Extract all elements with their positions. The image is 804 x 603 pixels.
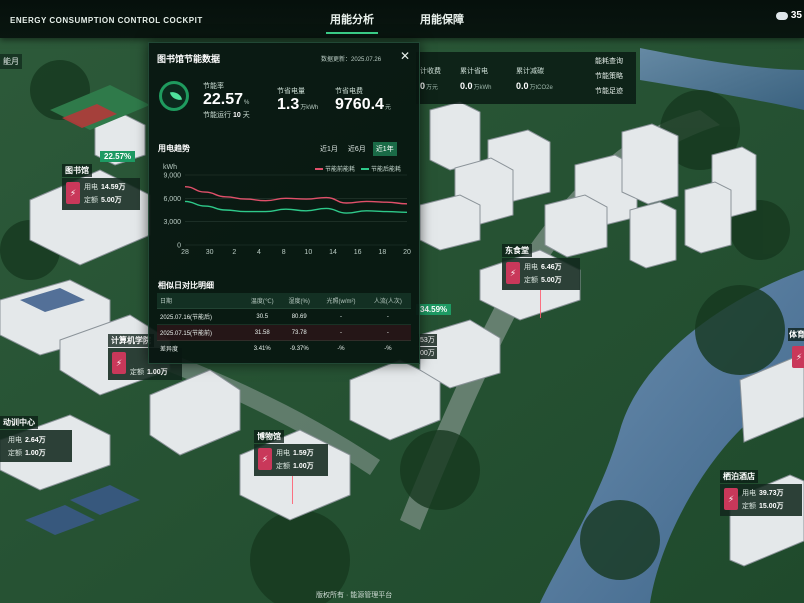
stat-saved-power: 累计省电 0.0万kWh [460,68,492,91]
stat-fee: 计收费 0万元 [420,68,441,91]
x-tick-label: 10 [304,249,312,256]
table-title: 相似日对比明细 [158,281,214,290]
saving-rate-value: 22.57% [203,91,250,108]
plug-icon: ⚡ [724,488,738,510]
x-tick-label: 28 [181,249,189,256]
cloud-icon [775,11,788,20]
top-bar: ENERGY CONSUMPTION CONTROL COCKPIT 用能分析 … [0,0,804,38]
pin-card: ⚡ 用电 39.73万 定额 15.00万 [720,484,802,516]
app-title: ENERGY CONSUMPTION CONTROL COCKPIT [10,16,203,25]
x-tick-label: 2 [232,249,236,256]
pin-line [540,290,541,318]
range-tabs: 近1月 近6月 近1年 [317,142,397,156]
series-line-after [184,200,408,214]
canteen-rate-badge: 34.59% [416,304,452,315]
saved-power-value: 1.3万kWh [277,96,319,113]
col-light: 光照(w/m²) [317,293,365,309]
pin-card: ⚡ 用电 14.59万 定额 5.00万 [62,178,140,210]
trend-title: 用电趋势 [158,144,190,153]
series-line-before [184,185,408,205]
plug-icon: ⚡ [112,352,126,374]
library-rate-badge: 22.57% [100,151,136,162]
x-tick-label: 30 [206,249,214,256]
table-row: 2025.07.16(节能后) 30.5 80.69- - [157,308,411,325]
side-menu: 能耗查询 节能策略 节能足迹 [584,54,634,99]
usage-trend-chart: kWh 03,0006,0009,000 28 30 2 4 8 10 14 16 18 20 [163,164,411,256]
table-row: 2025.07.15(节能前) 31.58 73.78- - [157,324,411,341]
footer-text: 版权所有 · 能源管理平台 [316,592,393,599]
leaf-icon [169,89,183,103]
pin-card: 用电 2.64万 定额 1.00万 [0,430,72,462]
x-tick-label: 16 [354,249,362,256]
saving-days: 节能运行 10 天 [203,112,250,119]
tab-energy-assurance[interactable]: 用能保障 [420,11,464,27]
col-date: 日期 [157,293,244,309]
x-tick-label: 8 [282,249,286,256]
menu-energy-query[interactable]: 能耗查询 [584,54,634,69]
saved-cost-label: 节省电费 [335,88,363,95]
y-tick-label: 3,000 [163,219,181,226]
col-humidity: 湿度(%) [281,293,318,309]
plug-icon: ⚡ [66,182,80,204]
weather-temp: 35 [790,10,802,21]
range-tab-6m[interactable]: 近6月 [345,142,369,156]
pin-card: ⚡ 用电 1.59万 定额 1.00万 [254,444,328,476]
pin-fragment-value: 00万 [418,347,437,359]
close-icon[interactable]: ✕ [400,49,410,63]
plug-icon: ⚡ [506,262,520,284]
menu-saving-footprint[interactable]: 节能足迹 [584,84,634,99]
table-row: 差异度 3.41% -9.37% -% -% [157,340,411,356]
weather-widget: 35 [775,10,802,21]
y-tick-label: 6,000 [163,196,181,203]
saving-rate-label: 节能率 [203,83,224,90]
col-traffic: 人流(人次) [364,293,411,309]
saving-ring [159,81,189,111]
x-tick-label: 18 [378,249,386,256]
panel-title: 图书馆节能数据 [157,54,221,64]
y-axis-label: kWh [163,164,177,171]
y-tick-label: 9,000 [163,173,181,180]
pin-line [292,476,293,504]
plug-icon: ⚡ [258,448,272,470]
table-header-row: 日期 温度(℃) 湿度(%) 光照(w/m²) 人流(人次) [157,293,411,309]
saved-power-label: 节省电量 [277,88,305,95]
x-tick-label: 4 [257,249,261,256]
pin-card: ⚡ 用电 6.46万 定额 5.00万 [502,258,580,290]
left-side-tab[interactable]: 能月 [0,54,22,69]
pin-fragment-value: 53万 [418,334,437,346]
range-tab-1y[interactable]: 近1年 [372,142,397,156]
col-temp: 温度(℃) [243,293,282,309]
tab-energy-analysis[interactable]: 用能分析 [326,11,378,34]
range-tab-1m[interactable]: 近1月 [317,142,341,156]
saved-cost-value: 9760.4元 [335,96,391,113]
stat-carbon-reduction: 累计减碳 0.0万tCO2e [516,68,553,91]
menu-saving-strategy[interactable]: 节能策略 [584,69,634,84]
comparison-table: 日期 温度(℃) 湿度(%) 光照(w/m²) 人流(人次) 2025.07.1… [157,293,411,356]
plug-icon: ⚡ [792,346,804,368]
x-tick-label: 20 [403,249,411,256]
library-energy-panel: 图书馆节能数据 数据更新：2025.07.26 ✕ 节能率 22.57% 节能运… [148,42,420,364]
x-tick-label: 14 [329,249,337,256]
panel-updated: 数据更新：2025.07.26 [321,57,382,63]
